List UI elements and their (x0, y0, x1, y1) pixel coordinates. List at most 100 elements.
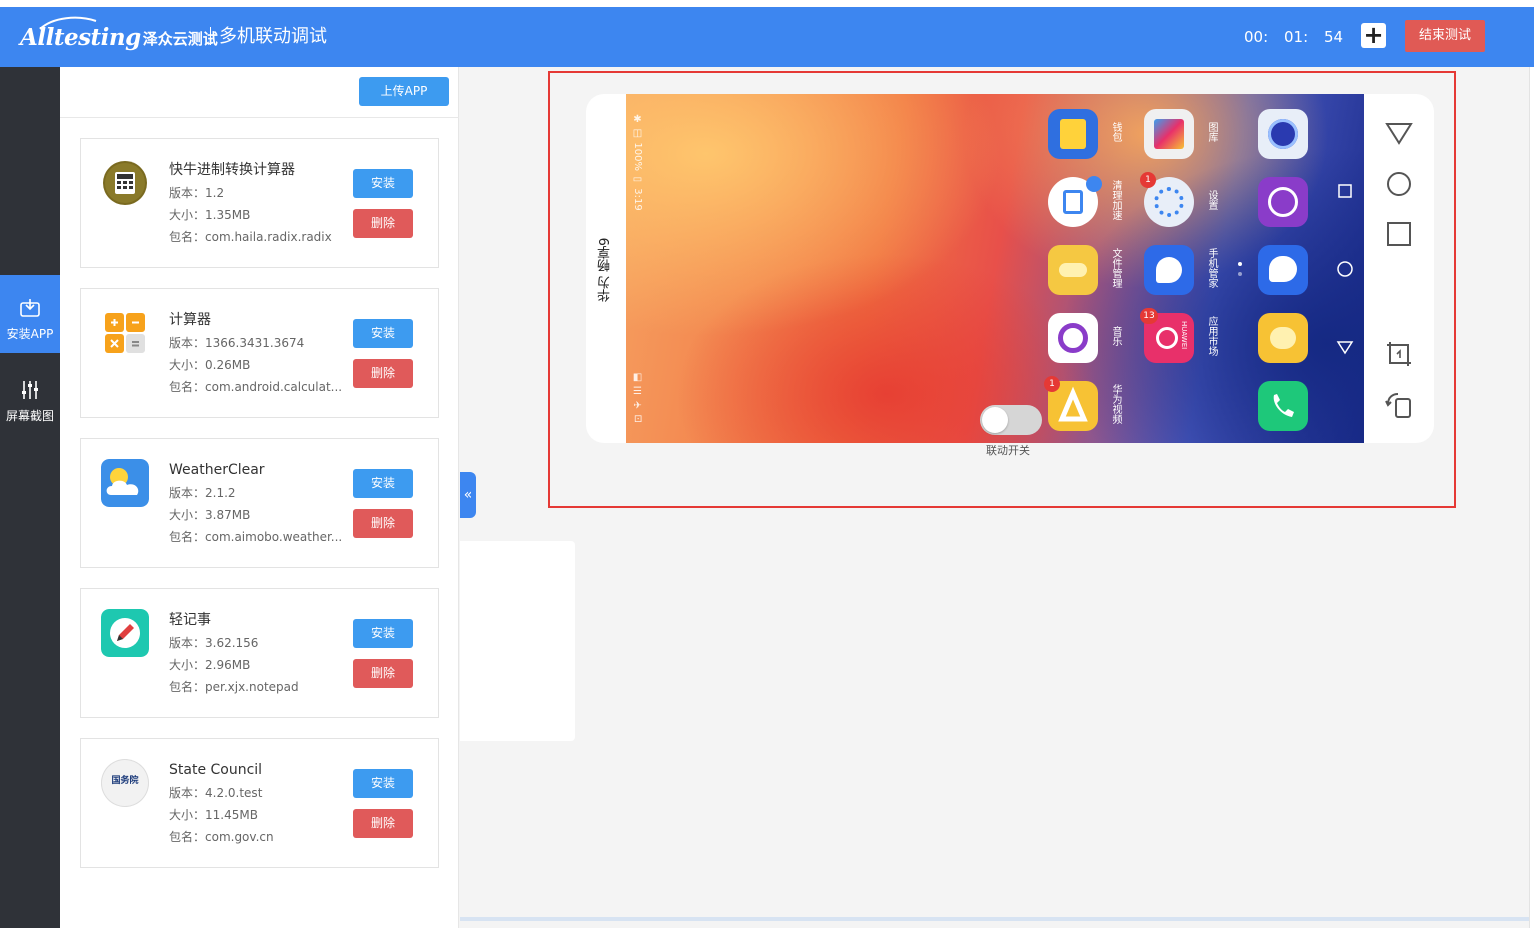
app-size: 大小：2.96MB (169, 658, 251, 672)
browser-app-icon[interactable] (1258, 177, 1308, 227)
messages-app-icon[interactable] (1258, 245, 1308, 295)
upload-app-button[interactable]: 上传APP (359, 77, 449, 106)
status-bar-text: ✱ ◫ 100% ▭ 3:19 (632, 114, 643, 211)
top-strip (0, 0, 1534, 7)
tile-label: 设置 (1206, 190, 1217, 210)
status-bar: ✱ ◫ 100% ▭ 3:19 ◧ ☰ ✈ ⊡ (632, 114, 646, 424)
app-card: 国务院 State Council 版本：4.2.0.test 大小：11.45… (80, 738, 439, 868)
logo-swoosh-icon (39, 16, 97, 30)
music-app-icon[interactable] (1048, 313, 1098, 363)
notification-badge: 1 (1044, 376, 1060, 392)
page-indicator-dot (1238, 262, 1242, 266)
app-name: 快牛进制转换计算器 (169, 162, 295, 178)
gallery-app-icon[interactable] (1144, 109, 1194, 159)
app-version: 版本：2.1.2 (169, 486, 236, 500)
app-card: WeatherClear 版本：2.1.2 大小：3.87MB 包名：com.a… (80, 438, 439, 568)
tile-label: 华为视频 (1110, 384, 1121, 424)
collapse-panel-button[interactable]: « (460, 472, 476, 518)
install-icon (20, 299, 40, 317)
tile-label: 清理加速 (1110, 180, 1121, 220)
device-name-label: 华为 畅享9 (598, 237, 613, 303)
app-package: 包名：com.aimobo.weather... (169, 530, 343, 544)
notification-badge: 1 (1140, 172, 1156, 188)
app-name: State Council (169, 762, 263, 778)
rail-item-screenshot[interactable]: 屏幕截图 (0, 357, 60, 435)
tile-label: 应用市场 (1206, 316, 1217, 356)
in-screen-home-icon[interactable] (1336, 260, 1354, 278)
app-version: 版本：3.62.156 (169, 636, 259, 650)
app-name: 轻记事 (169, 612, 211, 628)
install-button[interactable]: 安装 (353, 169, 413, 198)
rail-item-label: 屏幕截图 (5, 409, 54, 423)
app-version: 版本：1.2 (169, 186, 225, 200)
right-scrollbar[interactable] (1529, 67, 1534, 928)
state-council-icon: 国务院 (101, 759, 149, 807)
install-button[interactable]: 安装 (353, 319, 413, 348)
rotate-screen-icon[interactable] (1384, 390, 1414, 420)
rail-item-install-app[interactable]: 安装APP (0, 275, 60, 353)
home-circle-icon[interactable] (1384, 169, 1414, 199)
rail-item-label: 安装APP (6, 327, 54, 341)
tile-label: 手机管家 (1206, 248, 1217, 288)
app-header: Alltesting 泽众云测试 多机联动调试 00: 01: 54 + 结束测… (0, 7, 1534, 67)
delete-button[interactable]: 删除 (353, 659, 413, 688)
phone-app-icon[interactable] (1258, 381, 1308, 431)
app-card: 计算器 版本：1366.3431.3674 大小：0.26MB 包名：com.a… (80, 288, 439, 418)
camera-app-icon[interactable] (1258, 109, 1308, 159)
bottom-progress-bar (460, 917, 1530, 921)
delete-button[interactable]: 删除 (353, 209, 413, 238)
timer-seconds: 54 (1324, 28, 1344, 46)
install-button[interactable]: 安装 (353, 619, 413, 648)
page-title: 多机联动调试 (210, 25, 327, 49)
install-button[interactable]: 安装 (353, 769, 413, 798)
app-package: 包名：com.haila.radix.radix (169, 230, 332, 244)
empty-device-slot (460, 541, 575, 741)
in-screen-back-icon[interactable] (1336, 338, 1354, 356)
app-name: WeatherClear (169, 462, 265, 478)
app-package: 包名：per.xjx.notepad (169, 680, 299, 694)
toggle-knob (982, 407, 1008, 433)
left-rail: 安装APP 屏幕截图 (0, 67, 60, 928)
end-test-button[interactable]: 结束测试 (1405, 20, 1485, 52)
sync-toggle-label: 联动开关 (986, 444, 1030, 457)
tile-label: 图库 (1206, 122, 1217, 142)
back-triangle-icon[interactable] (1384, 118, 1414, 148)
tile-label: 音乐 (1110, 326, 1121, 346)
app-package: 包名：com.gov.cn (169, 830, 274, 844)
phone-manager-app-icon[interactable] (1144, 245, 1194, 295)
file-manager-app-icon[interactable] (1048, 245, 1098, 295)
delete-button[interactable]: 删除 (353, 359, 413, 388)
page-title-text: 多机联动调试 (219, 26, 327, 47)
app-size: 大小：3.87MB (169, 508, 251, 522)
state-council-mark: 国务院 (111, 776, 139, 786)
tile-label: 文件管理 (1110, 248, 1121, 288)
sync-toggle[interactable] (980, 405, 1042, 435)
weather-cloud-icon (101, 459, 149, 507)
notification-badge (1086, 176, 1102, 192)
in-screen-recents-icon[interactable] (1336, 182, 1354, 200)
huawei-logo-text: HUAWEI (1180, 321, 1188, 350)
delete-button[interactable]: 删除 (353, 509, 413, 538)
status-bar-icons: ◧ ☰ ✈ ⊡ (632, 372, 643, 423)
wallet-app-icon[interactable] (1048, 109, 1098, 159)
phone-handset-icon (1273, 394, 1294, 417)
tile-label: 钱包 (1110, 122, 1121, 142)
app-package: 包名：com.android.calculat... (169, 380, 343, 394)
panel-toolbar: 上传APP (60, 67, 459, 118)
contacts-app-icon[interactable] (1258, 313, 1308, 363)
app-size: 大小：1.35MB (169, 208, 251, 222)
install-button[interactable]: 安装 (353, 469, 413, 498)
test-timer: 00: 01: 54 (1244, 27, 1354, 47)
add-time-button[interactable]: + (1361, 23, 1386, 48)
recents-square-icon[interactable] (1384, 219, 1414, 249)
calculator-dark-icon (103, 161, 147, 205)
device-screen[interactable]: ✱ ◫ 100% ▭ 3:19 ◧ ☰ ✈ ⊡ 钱包 清理加速 文件管理 音乐 … (626, 94, 1364, 443)
logo-text-cn: 泽众云测试 (142, 30, 218, 48)
title-divider (210, 27, 211, 45)
delete-button[interactable]: 删除 (353, 809, 413, 838)
notepad-pencil-icon (101, 609, 149, 657)
app-card: 轻记事 版本：3.62.156 大小：2.96MB 包名：per.xjx.not… (80, 588, 439, 718)
logo: Alltesting 泽众云测试 (20, 16, 218, 53)
app-version: 版本：1366.3431.3674 (169, 336, 305, 350)
screenshot-crop-icon[interactable] (1384, 339, 1414, 369)
